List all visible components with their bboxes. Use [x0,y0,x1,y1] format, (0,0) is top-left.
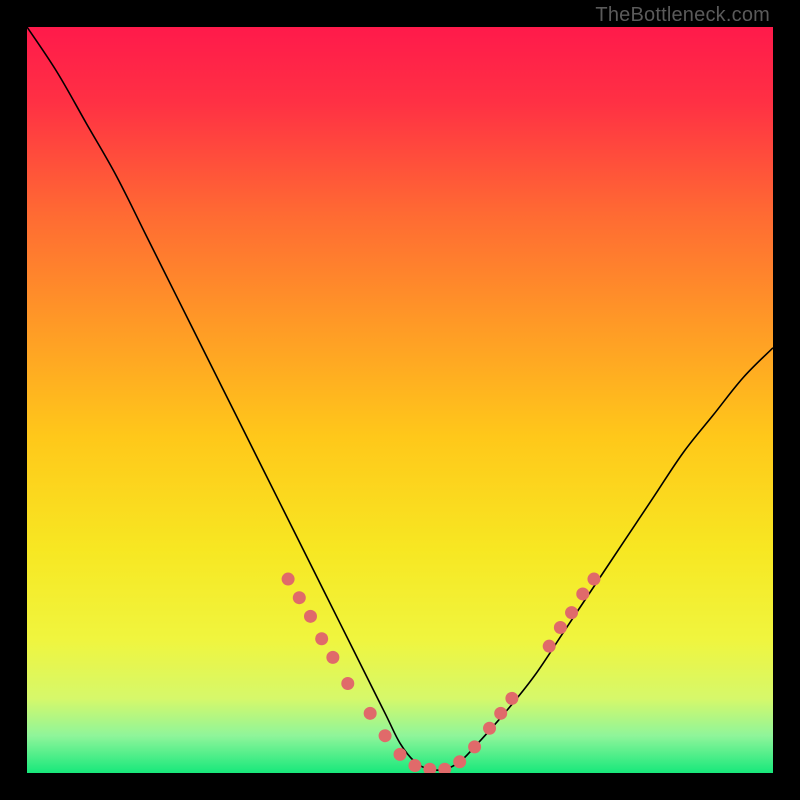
highlight-dot [341,677,354,690]
highlight-dot [364,707,377,720]
bottleneck-chart [27,27,773,773]
highlight-dot [304,610,317,623]
highlight-dot [505,692,518,705]
highlight-dot [408,759,421,772]
highlight-dot [587,573,600,586]
highlight-dot [576,587,589,600]
highlight-dot [554,621,567,634]
highlight-dot [494,707,507,720]
chart-frame: TheBottleneck.com [0,0,800,800]
plot-area [27,27,773,773]
highlight-dot [565,606,578,619]
highlight-dot [543,640,556,653]
highlight-dot [483,722,496,735]
highlight-dot [394,748,407,761]
highlight-dot [326,651,339,664]
highlight-dot [315,632,328,645]
highlight-dot [293,591,306,604]
highlight-dot [468,740,481,753]
highlight-dot [379,729,392,742]
highlight-dot [282,573,295,586]
gradient-background [27,27,773,773]
watermark-label: TheBottleneck.com [595,4,770,27]
highlight-dot [453,755,466,768]
